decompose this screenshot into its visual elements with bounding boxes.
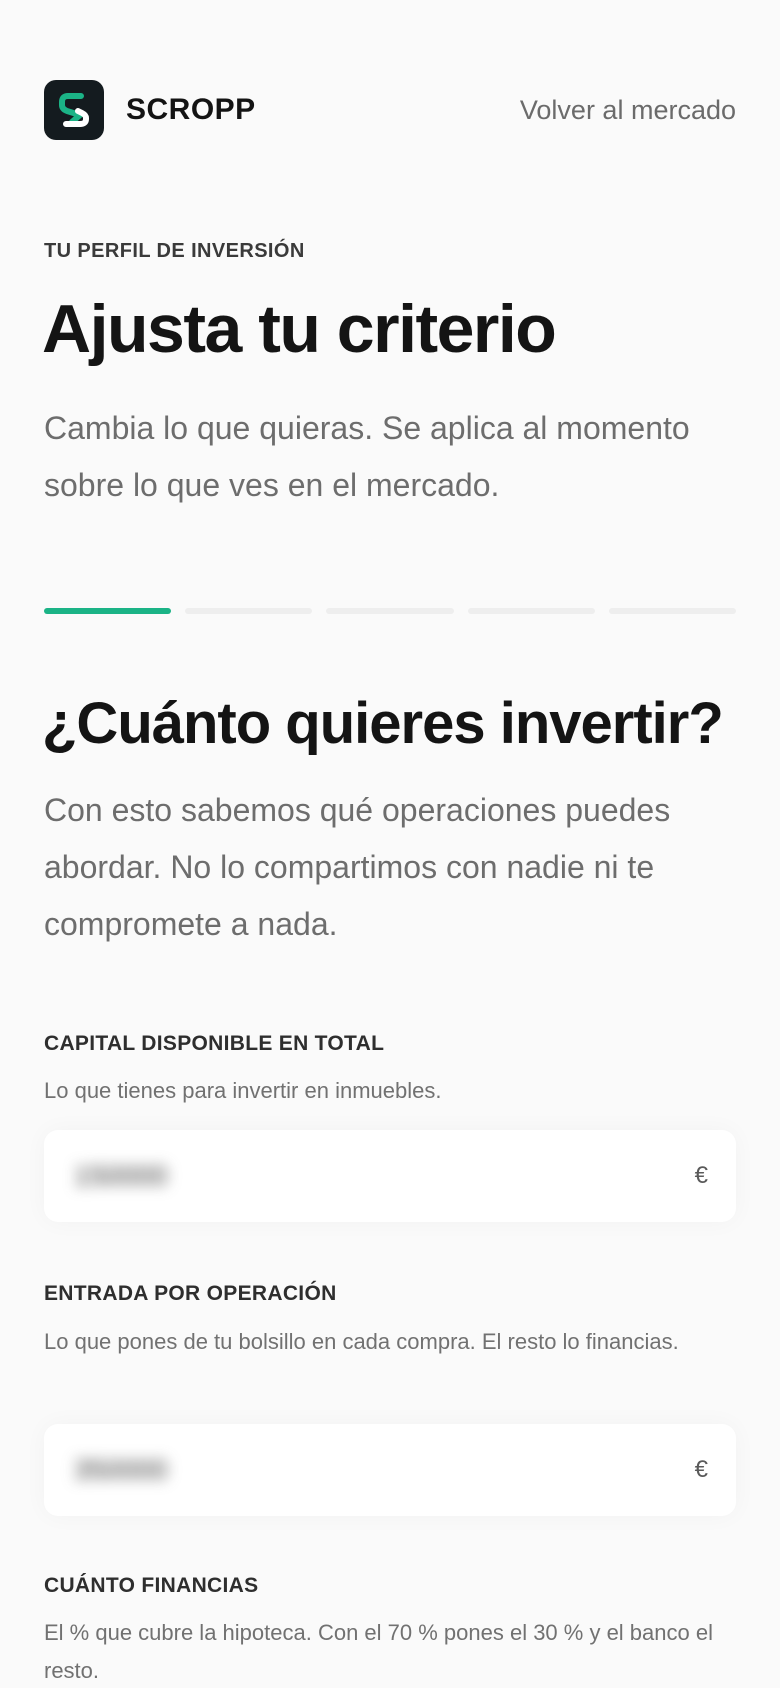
profile-page: SCROPP Volver al mercado TU PERFIL DE IN… xyxy=(0,0,780,1688)
capital-input[interactable] xyxy=(72,1159,196,1193)
capital-label: CAPITAL DISPONIBLE EN TOTAL xyxy=(44,1032,385,1055)
progress-step-4 xyxy=(467,608,595,614)
brand-name: SCROPP xyxy=(126,93,256,126)
step-progress-bar xyxy=(44,608,737,614)
brand[interactable]: SCROPP xyxy=(44,80,256,140)
entry-label: ENTRADA POR OPERACIÓN xyxy=(44,1282,337,1305)
progress-step-3 xyxy=(326,608,454,614)
section-eyebrow: TU PERFIL DE INVERSIÓN xyxy=(44,240,305,262)
progress-step-1 xyxy=(44,608,172,614)
financing-help: El % que cubre la hipoteca. Con el 70 % … xyxy=(44,1620,713,1683)
progress-step-2 xyxy=(185,608,313,614)
entry-currency: € xyxy=(694,1456,708,1483)
entry-help: Lo que pones de tu bolsillo en cada comp… xyxy=(44,1329,679,1354)
page-subtitle: Cambia lo que quieras. Se aplica al mome… xyxy=(44,410,690,503)
scropp-s-icon xyxy=(59,93,89,127)
page-title: Ajusta tu criterio xyxy=(42,291,557,367)
capital-help: Lo que tienes para invertir en inmuebles… xyxy=(44,1078,442,1103)
capital-field[interactable]: € xyxy=(44,1130,736,1222)
financing-label: CUÁNTO FINANCIAS xyxy=(44,1574,259,1597)
top-bar: SCROPP Volver al mercado xyxy=(44,80,736,140)
scropp-logo-icon xyxy=(44,80,104,140)
entry-input[interactable] xyxy=(72,1453,196,1487)
step-description: Con esto sabemos qué operaciones puedes … xyxy=(44,792,671,942)
progress-step-5 xyxy=(608,608,737,614)
step-question: ¿Cuánto quieres invertir? xyxy=(42,691,724,756)
entry-field[interactable]: € xyxy=(44,1424,736,1516)
back-to-market-link[interactable]: Volver al mercado xyxy=(520,95,736,126)
capital-currency: € xyxy=(694,1162,708,1189)
